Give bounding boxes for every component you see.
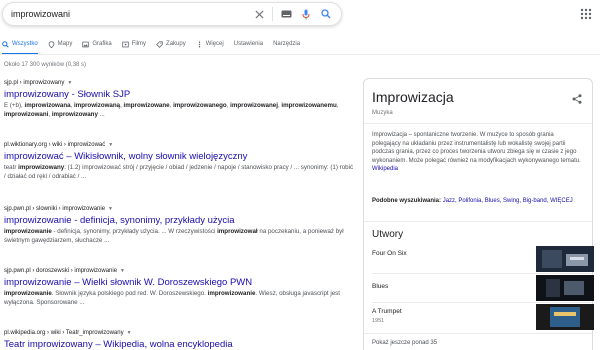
kp-related-links[interactable]: Jazz, Polifonia, Blues, Swing, Big-band,… — [443, 198, 573, 204]
result-stats: Około 17 300 wyników (0,38 s) — [4, 62, 87, 68]
search-icon — [2, 40, 9, 48]
result-breadcrumb[interactable]: pl.wikipedia.org › wiki › Teatr_improwiz… — [4, 330, 354, 336]
search-result: sjp.pl › improwizowany ▼ improwizowany - … — [4, 80, 354, 119]
kp-title: Improwizacja — [372, 89, 454, 105]
search-result: sjp.pwn.pl › doroszewski › improwizowani… — [4, 268, 354, 307]
tab-more[interactable]: Więcej — [196, 36, 224, 52]
result-title-link[interactable]: improwizowanie – Wielki słownik W. Doros… — [4, 277, 354, 288]
tag-icon — [156, 40, 163, 48]
song-title: A Trumpet — [372, 308, 402, 315]
kp-divider — [364, 333, 592, 334]
result-snippet: improwizowanie - definicja, synonimy, pr… — [4, 228, 344, 244]
result-snippet: E (+b), improwizowana, improwizowaną, im… — [4, 102, 339, 118]
kp-divider — [364, 221, 592, 222]
kp-description: Improwizacja – spontaniczne tworzenie. W… — [372, 132, 581, 173]
song-cover-image — [536, 275, 594, 301]
caret-down-icon[interactable]: ▼ — [108, 206, 113, 212]
clear-icon[interactable] — [252, 7, 266, 21]
kp-song-item[interactable]: Four On Six — [364, 246, 594, 272]
tab-label: Grafika — [92, 41, 112, 47]
result-breadcrumb[interactable]: pl.wiktionary.org › wiki › improwizować ▼ — [4, 142, 354, 148]
search-icon[interactable] — [319, 7, 333, 21]
kp-related-searches: Podobne wyszukiwania: Jazz, Polifonia, B… — [372, 197, 584, 206]
song-title: Blues — [372, 283, 389, 290]
apps-grid-icon[interactable] — [580, 7, 592, 20]
share-icon[interactable] — [572, 91, 582, 104]
result-breadcrumb[interactable]: sjp.pl › improwizowany ▼ — [4, 80, 354, 86]
kp-songs-heading: Utwory — [372, 229, 404, 240]
knowledge-panel: Improwizacja Muzyka Improwizacja – spont… — [363, 78, 594, 350]
result-breadcrumb[interactable]: sjp.pwn.pl › doroszewski › improwizowani… — [4, 268, 354, 274]
tab-label: Narzędzia — [273, 41, 301, 47]
caret-down-icon[interactable]: ▼ — [108, 142, 113, 148]
result-snippet: teatr improwizowany: (1.2) improwizować … — [4, 164, 354, 180]
result-breadcrumb[interactable]: sjp.pwn.pl › slowniki › improwizowanie ▼ — [4, 206, 354, 212]
caret-down-icon[interactable]: ▼ — [67, 80, 72, 86]
search-result: sjp.pwn.pl › slowniki › improwizowanie ▼ … — [4, 206, 354, 245]
kp-show-more-link[interactable]: Pokaż jeszcze ponad 35 — [372, 340, 437, 346]
kp-divider — [364, 123, 592, 124]
caret-down-icon[interactable]: ▼ — [127, 330, 132, 336]
result-title-link[interactable]: Teatr improwizowany – Wikipedia, wolna e… — [4, 339, 354, 350]
kp-song-item[interactable]: Blues — [364, 275, 594, 301]
result-snippet: improwizowanie. Słownik języka polskiego… — [4, 290, 340, 306]
song-cover-image — [536, 304, 594, 330]
search-result: pl.wiktionary.org › wiki › improwizować ▼… — [4, 142, 354, 181]
song-cover-image — [536, 246, 594, 272]
tab-settings[interactable]: Ustawienia — [234, 36, 263, 52]
result-title-link[interactable]: improwizowany - Słownik SJP — [4, 89, 354, 100]
kp-divider — [372, 302, 592, 303]
video-icon — [122, 41, 129, 48]
tab-label: Ustawienia — [233, 41, 264, 47]
keyboard-icon[interactable] — [279, 7, 293, 21]
tab-label: Wszystko — [12, 41, 38, 47]
search-result: pl.wikipedia.org › wiki › Teatr_improwiz… — [4, 330, 354, 350]
map-pin-icon — [48, 40, 55, 48]
tab-tools[interactable]: Narzędzia — [273, 36, 300, 52]
search-bar[interactable] — [2, 2, 342, 26]
caret-down-icon[interactable]: ▼ — [120, 268, 125, 274]
song-year: 1951 — [372, 318, 385, 324]
image-icon — [82, 41, 90, 48]
search-divider — [272, 7, 273, 21]
tab-videos[interactable]: Filmy — [122, 36, 146, 52]
kp-subtitle: Muzyka — [372, 110, 393, 116]
tab-label: Zakupy — [166, 41, 186, 47]
tabs-divider — [0, 54, 600, 55]
microphone-icon[interactable] — [299, 7, 313, 21]
more-vert-icon — [196, 41, 203, 48]
search-input[interactable] — [11, 4, 246, 24]
tab-label: Mapy — [57, 41, 73, 47]
search-tabs: Wszystko Mapy Grafika Filmy Zakupy Więce… — [2, 36, 310, 55]
song-title: Four On Six — [372, 250, 407, 257]
tab-all[interactable]: Wszystko — [2, 36, 38, 55]
tab-shopping[interactable]: Zakupy — [156, 36, 186, 52]
kp-song-item[interactable]: A Trumpet 1951 — [364, 304, 594, 330]
result-title-link[interactable]: improwizowanie - definicja, synonimy, pr… — [4, 215, 354, 226]
tab-maps[interactable]: Mapy — [48, 36, 73, 52]
tab-label: Filmy — [131, 41, 147, 47]
tab-images[interactable]: Grafika — [82, 36, 112, 52]
kp-divider — [372, 273, 592, 274]
result-title-link[interactable]: improwizować – Wikisłownik, wolny słowni… — [4, 151, 354, 162]
kp-related-label: Podobne wyszukiwania: — [372, 198, 442, 204]
tab-label: Więcej — [205, 41, 224, 47]
